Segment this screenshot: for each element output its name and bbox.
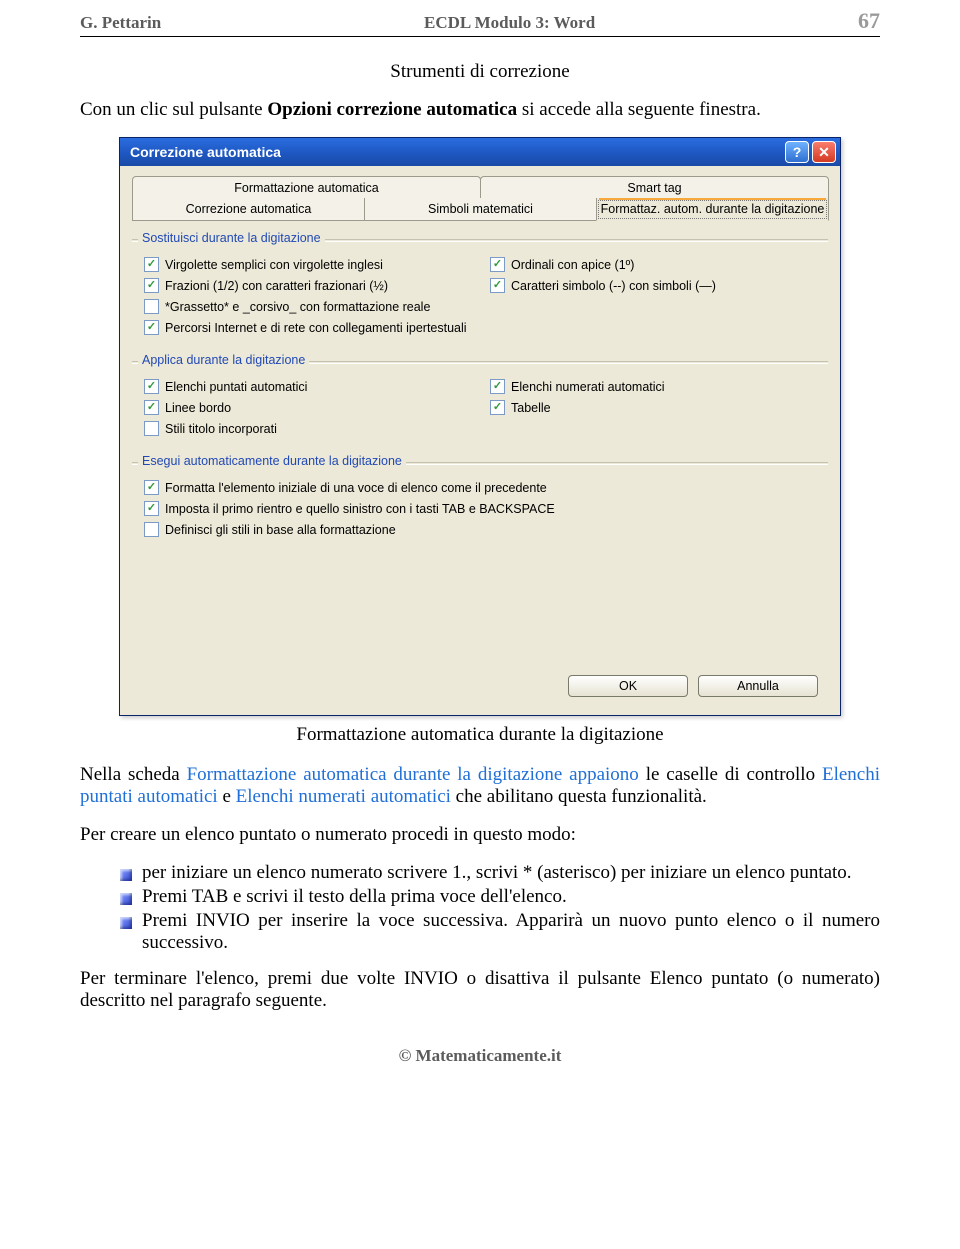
check-elenchi-numerati[interactable]: Elenchi numerati automatici <box>490 379 816 394</box>
highlight-numerati: Elenchi numerati automatici <box>236 786 451 807</box>
checkbox-icon[interactable] <box>490 400 505 415</box>
tabs-row-top: Formattazione automatica Smart tag <box>132 176 828 199</box>
checkbox-icon[interactable] <box>144 522 159 537</box>
header-author: G. Pettarin <box>80 13 161 33</box>
list-item: Premi TAB e scrivi il testo della prima … <box>120 886 880 908</box>
group-sostituisci-label: Sostituisci durante la digitazione <box>138 231 325 245</box>
check-elenchi-puntati[interactable]: Elenchi puntati automatici <box>144 379 470 394</box>
group-esegui: Esegui automaticamente durante la digita… <box>132 462 828 545</box>
close-icon[interactable]: ✕ <box>812 141 836 163</box>
dialog-title: Correzione automatica <box>130 144 281 160</box>
page-header: G. Pettarin ECDL Modulo 3: Word 67 <box>80 0 880 37</box>
list-item: per iniziare un elenco numerato scrivere… <box>120 862 880 884</box>
page-footer: © Matematicamente.it <box>80 1046 880 1066</box>
tab-correzione-automatica[interactable]: Correzione automatica <box>132 198 365 221</box>
checkbox-icon[interactable] <box>144 421 159 436</box>
check-caratteri-simbolo[interactable]: Caratteri simbolo (--) con simboli (—) <box>490 278 816 293</box>
checkbox-icon[interactable] <box>490 379 505 394</box>
intro-bold: Opzioni correzione automatica <box>267 99 517 120</box>
header-page-number: 67 <box>858 8 880 34</box>
tab-formattaz-autom-digitazione[interactable]: Formattaz. autom. durante la digitazione <box>596 198 829 221</box>
ok-button[interactable]: OK <box>568 675 688 697</box>
highlight-scheda: Formattazione automatica durante la digi… <box>187 764 639 785</box>
checkbox-icon[interactable] <box>144 299 159 314</box>
checkbox-icon[interactable] <box>144 257 159 272</box>
figure-caption: Formattazione automatica durante la digi… <box>80 724 880 746</box>
group-applica-label: Applica durante la digitazione <box>138 353 309 367</box>
dialog-titlebar[interactable]: Correzione automatica ? ✕ <box>120 138 840 166</box>
intro-before: Con un clic sul pulsante <box>80 99 267 120</box>
check-definisci-stili[interactable]: Definisci gli stili in base alla formatt… <box>144 522 816 537</box>
check-virgolette[interactable]: Virgolette semplici con virgolette ingle… <box>144 257 470 272</box>
check-percorsi-internet[interactable]: Percorsi Internet e di rete con collegam… <box>144 320 816 335</box>
paragraph-4: Per terminare l'elenco, premi due volte … <box>80 968 880 1012</box>
tab-smart-tag[interactable]: Smart tag <box>480 176 829 199</box>
bullet-list: per iniziare un elenco numerato scrivere… <box>80 862 880 954</box>
cancel-button[interactable]: Annulla <box>698 675 818 697</box>
checkbox-icon[interactable] <box>144 278 159 293</box>
help-icon[interactable]: ? <box>785 141 809 163</box>
check-imposta-rientro[interactable]: Imposta il primo rientro e quello sinist… <box>144 501 816 516</box>
checkbox-icon[interactable] <box>144 320 159 335</box>
checkbox-icon[interactable] <box>144 379 159 394</box>
section-title: Strumenti di correzione <box>80 61 880 83</box>
checkbox-icon[interactable] <box>490 257 505 272</box>
check-formatta-elemento[interactable]: Formatta l'elemento iniziale di una voce… <box>144 480 816 495</box>
intro-after: si accede alla seguente finestra. <box>517 99 761 120</box>
paragraph-2: Nella scheda Formattazione automatica du… <box>80 764 880 808</box>
group-sostituisci: Sostituisci durante la digitazione Virgo… <box>132 239 828 343</box>
check-ordinali[interactable]: Ordinali con apice (1º) <box>490 257 816 272</box>
tabs-row-bottom: Correzione automatica Simboli matematici… <box>132 198 828 221</box>
checkbox-icon[interactable] <box>144 501 159 516</box>
list-item: Premi INVIO per inserire la voce success… <box>120 910 880 954</box>
group-applica: Applica durante la digitazione Elenchi p… <box>132 361 828 444</box>
intro-paragraph: Con un clic sul pulsante Opzioni correzi… <box>80 99 880 121</box>
autocorrect-dialog: Correzione automatica ? ✕ Formattazione … <box>119 137 841 716</box>
check-stili-titolo[interactable]: Stili titolo incorporati <box>144 421 470 436</box>
check-grassetto-corsivo[interactable]: *Grassetto* e _corsivo_ con formattazion… <box>144 299 470 314</box>
group-esegui-label: Esegui automaticamente durante la digita… <box>138 454 406 468</box>
check-linee-bordo[interactable]: Linee bordo <box>144 400 470 415</box>
header-title: ECDL Modulo 3: Word <box>424 13 595 33</box>
dialog-footer: OK Annulla <box>132 655 828 701</box>
paragraph-3: Per creare un elenco puntato o numerato … <box>80 824 880 846</box>
checkbox-icon[interactable] <box>144 480 159 495</box>
check-tabelle[interactable]: Tabelle <box>490 400 816 415</box>
check-frazioni[interactable]: Frazioni (1/2) con caratteri frazionari … <box>144 278 470 293</box>
checkbox-icon[interactable] <box>144 400 159 415</box>
checkbox-icon[interactable] <box>490 278 505 293</box>
tab-formattazione-automatica[interactable]: Formattazione automatica <box>132 176 481 199</box>
tab-simboli-matematici[interactable]: Simboli matematici <box>364 198 597 221</box>
